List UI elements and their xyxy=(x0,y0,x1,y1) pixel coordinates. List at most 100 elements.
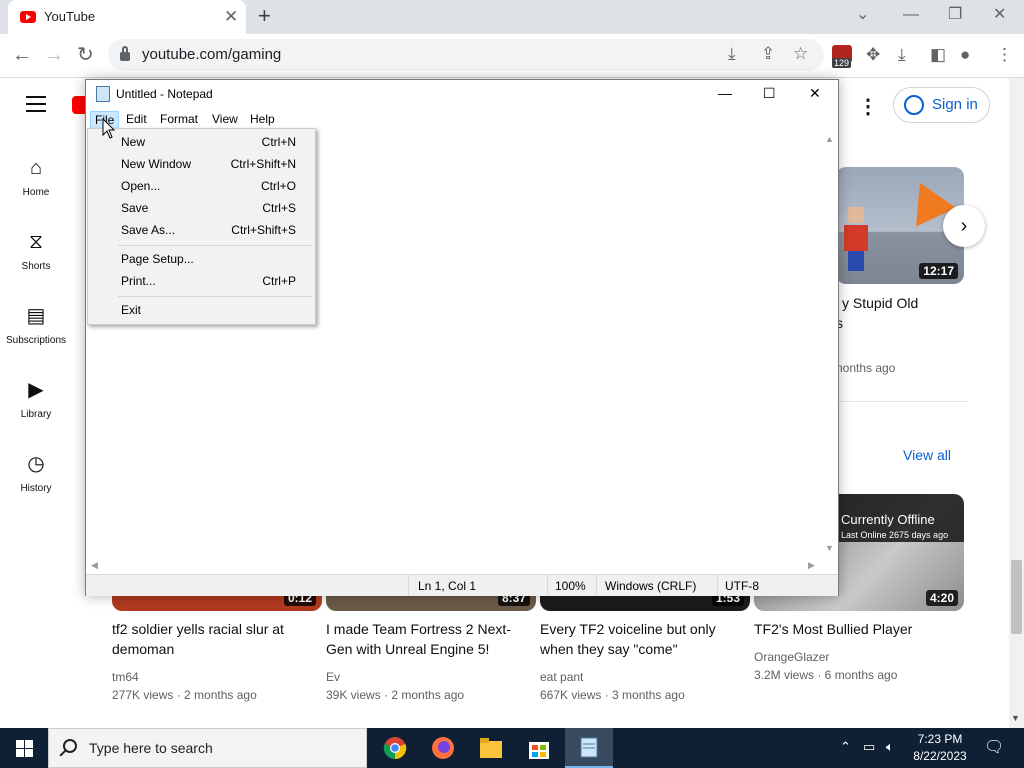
notepad-close-icon[interactable]: ✕ xyxy=(809,84,821,102)
close-window-icon[interactable]: ✕ xyxy=(993,5,1006,25)
lock-icon[interactable] xyxy=(120,46,130,61)
sidebar-item-library[interactable]: ▶ Library xyxy=(0,377,72,420)
taskbar-file-explorer[interactable] xyxy=(467,728,515,768)
notepad-minimize-icon[interactable]: — xyxy=(718,84,732,102)
carousel-next-button[interactable]: › xyxy=(943,205,985,247)
browser-toolbar: ← → ↻ youtube.com/gaming ⤓ ⇪ ☆ 129 ✥ ⤓ ◧… xyxy=(0,34,1024,78)
menu-item-new-window[interactable]: New Window Ctrl+Shift+N xyxy=(88,153,315,175)
menu-item-shortcut: Ctrl+Shift+N xyxy=(230,157,296,171)
video-meta: 667K views · 3 months ago xyxy=(540,688,685,702)
menu-item-open[interactable]: Open... Ctrl+O xyxy=(88,175,315,197)
menu-help[interactable]: Help xyxy=(246,111,279,127)
video-title[interactable]: tf2 soldier yells racial slur at demoman xyxy=(112,619,317,659)
tab-close-icon[interactable]: ✕ xyxy=(224,7,238,27)
video-meta: 39K views · 2 months ago xyxy=(326,688,465,702)
minimize-icon[interactable]: — xyxy=(903,5,919,25)
extensions-puzzle-icon[interactable]: ✥ xyxy=(866,43,880,67)
sidebar-item-subscriptions[interactable]: ▤ Subscriptions xyxy=(0,303,72,346)
notepad-horizontal-scrollbar[interactable]: ◀ ▶ xyxy=(87,557,821,574)
menu-item-new[interactable]: New Ctrl+N xyxy=(88,131,315,153)
notepad-maximize-icon[interactable]: ☐ xyxy=(763,84,776,102)
subscriptions-icon: ▤ xyxy=(26,305,46,327)
video-title[interactable]: Every TF2 voiceline but only when they s… xyxy=(540,619,745,659)
menu-item-label: Page Setup... xyxy=(121,252,194,266)
scroll-up-arrow-icon[interactable]: ▲ xyxy=(825,134,834,144)
video-title[interactable]: y Stupid Old xyxy=(842,293,918,313)
menu-item-page-setup[interactable]: Page Setup... xyxy=(88,248,315,270)
view-all-link[interactable]: View all xyxy=(903,447,951,463)
hamburger-menu-icon[interactable] xyxy=(26,96,46,117)
downloads-icon[interactable]: ⤓ xyxy=(898,43,906,67)
reload-button[interactable]: ↻ xyxy=(77,42,94,68)
taskbar-notepad[interactable] xyxy=(565,728,613,768)
show-hidden-icons-icon[interactable]: ⌃ xyxy=(840,739,851,755)
channel-name[interactable]: Ev xyxy=(326,670,340,684)
tab-search-icon[interactable]: ⌄ xyxy=(856,5,869,25)
restore-icon[interactable]: ❐ xyxy=(948,5,962,25)
bookmark-star-icon[interactable]: ☆ xyxy=(793,44,808,64)
character-shirt xyxy=(844,225,868,251)
profile-avatar-icon[interactable]: ● xyxy=(960,43,970,67)
network-icon[interactable]: ▭ xyxy=(863,739,875,755)
video-title[interactable]: TF2's Most Bullied Player xyxy=(754,619,964,639)
sidebar-item-home[interactable]: ⌂ Home xyxy=(0,155,72,198)
share-icon[interactable]: ⇪ xyxy=(761,44,775,64)
taskbar-chrome[interactable] xyxy=(371,728,419,768)
menu-item-shortcut: Ctrl+O xyxy=(260,179,296,193)
menu-item-save[interactable]: Save Ctrl+S xyxy=(88,197,315,219)
section-divider xyxy=(836,401,968,402)
side-panel-icon[interactable]: ◧ xyxy=(930,43,946,67)
menu-item-exit[interactable]: Exit xyxy=(88,299,315,321)
menu-item-shortcut: Ctrl+P xyxy=(262,274,296,288)
more-options-icon[interactable]: ⋮ xyxy=(858,94,878,119)
url-text[interactable]: youtube.com/gaming xyxy=(142,46,281,63)
sign-in-button[interactable]: Sign in xyxy=(893,87,990,123)
start-button[interactable] xyxy=(0,728,48,768)
scroll-right-arrow-icon[interactable]: ▶ xyxy=(808,560,815,571)
scroll-down-arrow-icon[interactable]: ▼ xyxy=(1011,713,1020,723)
status-line-ending: Windows (CRLF) xyxy=(605,579,697,593)
offline-subtitle: Last Online 2675 days ago xyxy=(841,530,949,540)
notepad-titlebar[interactable]: Untitled - Notepad — ☐ ✕ xyxy=(86,80,838,108)
browser-tab-strip: YouTube ✕ + ⌄ — ❐ ✕ xyxy=(0,0,1024,34)
firefox-icon xyxy=(432,737,454,759)
install-app-icon[interactable]: ⤓ xyxy=(728,44,736,64)
sidebar-label: Subscriptions xyxy=(5,335,67,346)
taskbar-firefox[interactable] xyxy=(419,728,467,768)
browser-tab[interactable]: YouTube ✕ xyxy=(8,0,246,34)
sidebar-item-shorts[interactable]: ⧖ Shorts xyxy=(0,229,72,272)
scroll-down-arrow-icon[interactable]: ▼ xyxy=(825,543,834,553)
volume-icon[interactable]: 🔈︎ xyxy=(886,739,894,755)
notepad-vertical-scrollbar[interactable]: ▲ ▼ xyxy=(821,130,838,557)
menu-view[interactable]: View xyxy=(208,111,242,127)
clock-time[interactable]: 7:23 PM xyxy=(910,732,970,746)
notifications-icon[interactable]: 🗨︎ xyxy=(984,737,1004,757)
sidebar-label: Library xyxy=(20,409,52,420)
channel-name[interactable]: OrangeGlazer xyxy=(754,650,829,664)
new-tab-button[interactable]: + xyxy=(258,4,271,28)
menu-item-shortcut: Ctrl+Shift+S xyxy=(231,223,296,237)
address-bar[interactable]: youtube.com/gaming ⤓ ⇪ ☆ xyxy=(108,39,824,71)
taskbar-search-box[interactable]: Type here to search xyxy=(48,728,367,768)
video-title[interactable]: I made Team Fortress 2 Next-Gen with Unr… xyxy=(326,619,531,659)
taskbar-store[interactable] xyxy=(515,728,563,768)
menu-edit[interactable]: Edit xyxy=(122,111,151,127)
menu-separator xyxy=(118,245,312,246)
menu-item-print[interactable]: Print... Ctrl+P xyxy=(88,270,315,292)
menu-item-label: Print... xyxy=(121,274,156,288)
channel-name[interactable]: tm64 xyxy=(112,670,139,684)
character-head xyxy=(848,207,864,223)
menu-item-save-as[interactable]: Save As... Ctrl+Shift+S xyxy=(88,219,315,241)
sidebar-label: History xyxy=(20,483,52,494)
chrome-menu-icon[interactable]: ⋮ xyxy=(996,43,1013,67)
menu-format[interactable]: Format xyxy=(156,111,202,127)
notepad-statusbar: Ln 1, Col 1 100% Windows (CRLF) UTF-8 xyxy=(86,574,838,596)
channel-name[interactable]: eat pant xyxy=(540,670,583,684)
forward-button[interactable]: → xyxy=(44,42,64,68)
scroll-left-arrow-icon[interactable]: ◀ xyxy=(91,560,98,571)
sidebar-item-history[interactable]: ◷ History xyxy=(0,451,72,494)
page-scrollbar-thumb[interactable] xyxy=(1011,560,1022,634)
back-button[interactable]: ← xyxy=(12,42,32,68)
chrome-icon xyxy=(383,737,407,760)
clock-date[interactable]: 8/22/2023 xyxy=(910,749,970,763)
